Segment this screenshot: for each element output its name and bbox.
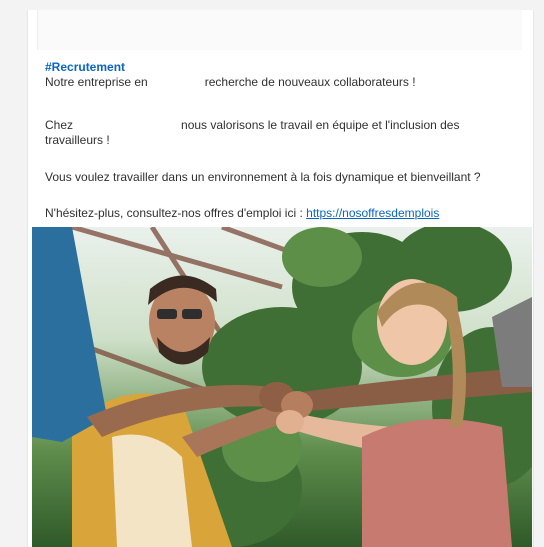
post-line-1-end: recherche de nouveaux collaborateurs ! (204, 75, 416, 89)
jobs-link[interactable]: https://nosoffresdemplois (306, 206, 439, 220)
hashtag[interactable]: #Recrutement (45, 60, 515, 75)
post-line-2-start: Chez (45, 118, 74, 132)
post-paragraph-3: Vous voulez travailler dans un environne… (45, 170, 481, 184)
post-header-bar (37, 10, 522, 50)
post-paragraph-4: N'hésitez-plus, consultez-nos offres d'e… (45, 206, 515, 221)
team-handshake-illustration (32, 227, 532, 547)
post-paragraph-2: Chez nous valorisons le travail en équipe… (45, 118, 515, 148)
post-line-1: Notre entreprise en recherche de nouveaux… (45, 75, 515, 90)
post-line-1-start: Notre entreprise en (45, 75, 148, 89)
post-photo[interactable] (32, 227, 532, 547)
post-line-2-end: nous valorisons le travail en équipe et … (45, 118, 460, 147)
post-card: #Recrutement Notre entreprise en recherch… (27, 10, 534, 547)
post-text: #Recrutement Notre entreprise en recherch… (45, 60, 515, 220)
post-line-4-prefix: N'hésitez-plus, consultez-nos offres d'e… (45, 206, 307, 220)
